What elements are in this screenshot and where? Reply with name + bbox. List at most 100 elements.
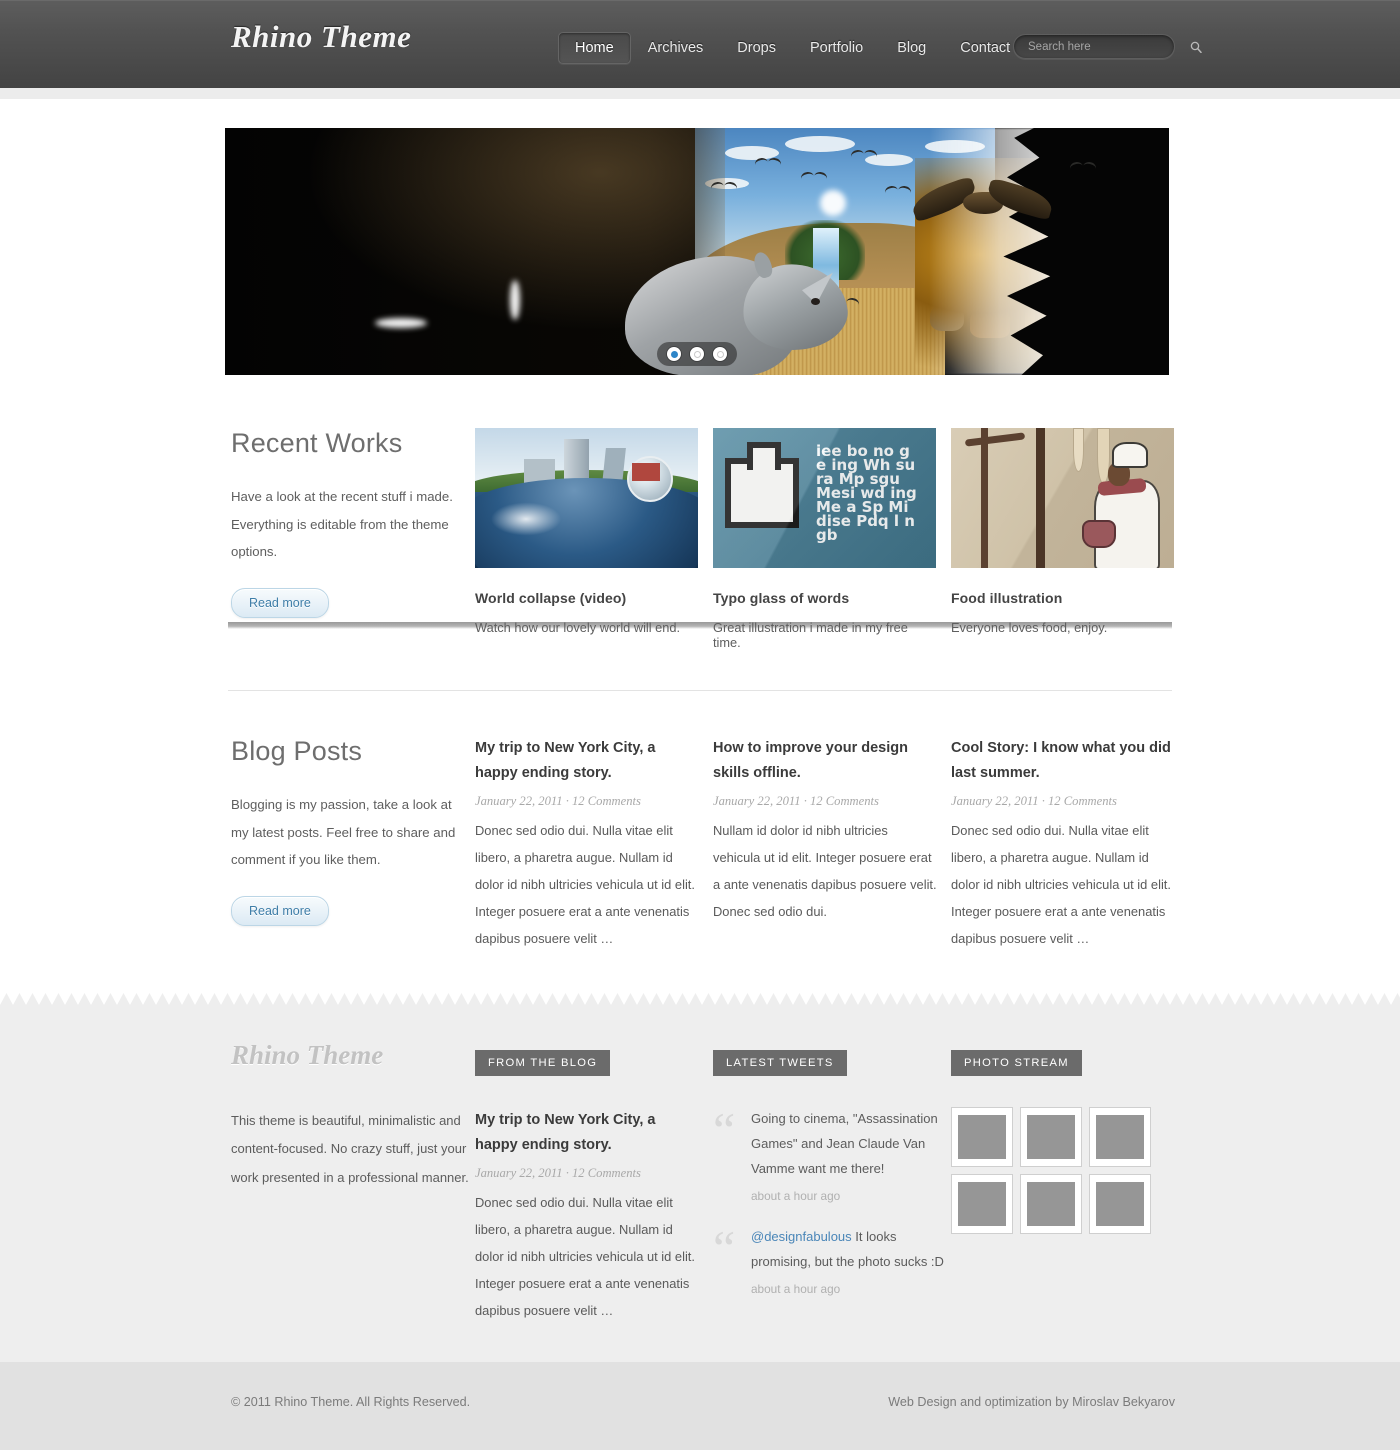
footer-blog-post-excerpt: Donec sed odio dui. Nulla vitae elit lib…: [475, 1195, 695, 1318]
zigzag-tooth: [832, 993, 845, 1005]
work-title[interactable]: Typo glass of words: [713, 590, 936, 606]
photo-thumbnail[interactable]: [1020, 1174, 1082, 1234]
photo-thumbnail[interactable]: [1089, 1174, 1151, 1234]
footer-badge-photo-stream: PHOTO STREAM: [951, 1050, 1082, 1076]
nav-item-portfolio[interactable]: Portfolio: [793, 32, 880, 64]
zigzag-tooth: [26, 993, 39, 1005]
zigzag-tooth: [572, 993, 585, 1005]
work-title[interactable]: World collapse (video): [475, 590, 698, 606]
work-thumbnail-food-illustration[interactable]: [951, 428, 1174, 568]
zigzag-tooth: [1027, 993, 1040, 1005]
copyright-text: © 2011 Rhino Theme. All Rights Reserved.: [231, 1395, 471, 1409]
bird-shape: [1070, 162, 1096, 172]
nav-item-archives[interactable]: Archives: [631, 32, 721, 64]
zigzag-tooth: [494, 993, 507, 1005]
recent-works-description: Have a look at the recent stuff i made. …: [231, 489, 453, 560]
nav-item-drops[interactable]: Drops: [720, 32, 793, 64]
site-header: Rhino Theme Home Archives Drops Portfoli…: [0, 0, 1400, 88]
zigzag-tooth: [1131, 993, 1144, 1005]
zigzag-tooth: [676, 993, 689, 1005]
quote-icon: “: [713, 1219, 736, 1276]
zigzag-tooth: [520, 993, 533, 1005]
search-input[interactable]: [1014, 40, 1190, 53]
zigzag-tooth: [455, 993, 468, 1005]
blog-post-title[interactable]: Cool Story: I know what you did last sum…: [951, 736, 1176, 785]
site-logo[interactable]: Rhino Theme: [231, 19, 411, 55]
zigzag-tooth: [715, 993, 728, 1005]
footer-photos-column: PHOTO STREAM: [951, 1050, 1181, 1234]
zigzag-tooth: [897, 993, 910, 1005]
recent-works-read-more-button[interactable]: Read more: [231, 588, 329, 619]
zigzag-tooth: [117, 993, 130, 1005]
tweet-item: “ @designfabulous It looks promising, bu…: [713, 1219, 953, 1296]
footer-bottom-inner: © 2011 Rhino Theme. All Rights Reserved.…: [225, 1362, 1175, 1450]
zigzag-tooth: [1222, 993, 1235, 1005]
photo-thumbnail[interactable]: [951, 1174, 1013, 1234]
nav-item-home[interactable]: Home: [558, 32, 631, 64]
zigzag-tooth: [1248, 993, 1261, 1005]
blog-post-title[interactable]: My trip to New York City, a happy ending…: [475, 736, 700, 785]
blog-post-title[interactable]: How to improve your design skills offlin…: [713, 736, 938, 785]
work-thumbnail-typo-glass[interactable]: iee bo no ge ing Wh su ra Mp sgu Mesi wd…: [713, 428, 936, 568]
nav-item-blog[interactable]: Blog: [880, 32, 943, 64]
work-title[interactable]: Food illustration: [951, 590, 1174, 606]
zigzag-tooth: [559, 993, 572, 1005]
zigzag-tooth: [156, 993, 169, 1005]
cloud-shape: [785, 136, 855, 152]
tweet-text: @designfabulous It looks promising, but …: [751, 1225, 953, 1275]
slider-dot-1[interactable]: [667, 347, 681, 361]
zigzag-tooth: [39, 993, 52, 1005]
zigzag-tooth: [351, 993, 364, 1005]
slider-pagination: [657, 342, 737, 366]
zigzag-tooth: [273, 993, 286, 1005]
recent-works-intro: Recent Works Have a look at the recent s…: [231, 428, 471, 619]
bird-shape: [801, 172, 827, 182]
footer-bottom-bar: © 2011 Rhino Theme. All Rights Reserved.…: [0, 1362, 1400, 1450]
zigzag-tooth: [195, 993, 208, 1005]
zigzag-tooth: [884, 993, 897, 1005]
slider-dot-2[interactable]: [690, 347, 704, 361]
footer-blog-post-meta: January 22, 2011 · 12 Comments: [475, 1166, 641, 1181]
page-body: Recent Works Have a look at the recent s…: [0, 99, 1400, 966]
zigzag-tooth: [182, 993, 195, 1005]
work-card[interactable]: Food illustration Everyone loves food, e…: [951, 428, 1174, 635]
search-box[interactable]: [1013, 34, 1202, 59]
zigzag-tooth: [0, 993, 13, 1005]
glint-shape: [375, 318, 427, 328]
zigzag-tooth: [234, 993, 247, 1005]
zigzag-tooth: [923, 993, 936, 1005]
zigzag-tooth: [143, 993, 156, 1005]
tweet-handle-link[interactable]: @designfabulous: [751, 1229, 852, 1244]
hero-slider[interactable]: [225, 128, 1169, 375]
photo-thumbnail[interactable]: [951, 1107, 1013, 1167]
footer-inner: Rhino Theme This theme is beautiful, min…: [225, 1005, 1175, 1362]
blog-post-item: How to improve your design skills offlin…: [713, 736, 938, 926]
work-card[interactable]: iee bo no ge ing Wh su ra Mp sgu Mesi wd…: [713, 428, 936, 650]
zigzag-tooth: [1391, 993, 1400, 1005]
work-thumbnail-world-collapse[interactable]: [475, 428, 698, 568]
blog-post-meta: January 22, 2011 · 12 Comments: [951, 794, 1117, 809]
slider-dot-3[interactable]: [713, 347, 727, 361]
blog-posts-read-more-button[interactable]: Read more: [231, 896, 329, 927]
footer-blog-column: FROM THE BLOG My trip to New York City, …: [475, 1050, 700, 1325]
tweet-text: Going to cinema, "Assassination Games" a…: [751, 1111, 938, 1176]
zigzag-tooth: [325, 993, 338, 1005]
zigzag-tooth: [247, 993, 260, 1005]
zigzag-tooth: [585, 993, 598, 1005]
zigzag-tooth: [481, 993, 494, 1005]
photo-thumbnail[interactable]: [1020, 1107, 1082, 1167]
eagle-shape: [908, 175, 1056, 238]
blog-post-meta: January 22, 2011 · 12 Comments: [475, 794, 641, 809]
zigzag-tooth: [962, 993, 975, 1005]
zigzag-tooth: [975, 993, 988, 1005]
search-icon[interactable]: [1190, 35, 1202, 58]
quote-icon: “: [713, 1102, 736, 1158]
photo-thumbnail[interactable]: [1089, 1107, 1151, 1167]
zigzag-tooth: [1287, 993, 1300, 1005]
slider-image: [225, 128, 1169, 375]
footer-blog-post-title[interactable]: My trip to New York City, a happy ending…: [475, 1108, 700, 1157]
zigzag-tooth: [364, 993, 377, 1005]
zigzag-tooth: [533, 993, 546, 1005]
zigzag-tooth: [689, 993, 702, 1005]
work-card[interactable]: World collapse (video) Watch how our lov…: [475, 428, 698, 635]
